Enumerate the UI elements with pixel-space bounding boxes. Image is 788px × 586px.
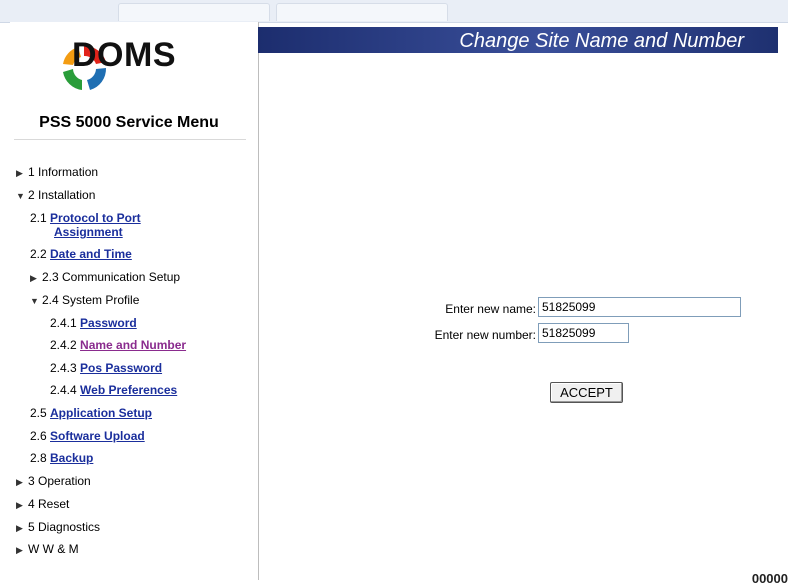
- corner-text: 00000: [751, 571, 788, 586]
- name-input[interactable]: [538, 297, 741, 317]
- divider: [14, 139, 246, 140]
- item-number: 5: [28, 520, 39, 534]
- menu-link[interactable]: Web Preferences: [80, 383, 177, 397]
- menu-link[interactable]: Backup: [50, 451, 93, 465]
- item-number: 3: [28, 474, 39, 488]
- sidebar-item[interactable]: ▶ 1 Information: [16, 165, 98, 179]
- menu-link[interactable]: Software Upload: [50, 429, 145, 443]
- sidebar-item[interactable]: 2.4.1 Password: [50, 316, 137, 330]
- browser-tab[interactable]: [118, 3, 270, 21]
- menu-label: Communication Setup: [62, 270, 181, 284]
- menu-title: PSS 5000 Service Menu: [39, 114, 219, 131]
- sidebar-item[interactable]: 2.8 Backup: [30, 451, 93, 465]
- sidebar-item[interactable]: ▶ 3 Operation: [16, 474, 91, 488]
- menu-label: Reset: [38, 497, 70, 511]
- item-number: 4: [28, 497, 39, 511]
- item-number: 2.3: [42, 270, 63, 284]
- collapsed-arrow-icon[interactable]: ▶: [16, 545, 26, 556]
- item-number: 2.4.2: [50, 338, 81, 352]
- collapsed-arrow-icon[interactable]: ▶: [30, 273, 40, 284]
- item-number: 2.1: [30, 211, 51, 225]
- item-number: 2.6: [30, 429, 51, 443]
- sidebar-item[interactable]: ▼ 2 Installation: [16, 188, 95, 202]
- menu-link[interactable]: Application Setup: [50, 406, 152, 420]
- menu-label: Operation: [38, 474, 91, 488]
- menu-link[interactable]: Name and Number: [80, 338, 186, 352]
- item-number: 2.4.4: [50, 383, 81, 397]
- collapsed-arrow-icon[interactable]: ▶: [16, 523, 26, 534]
- collapsed-arrow-icon[interactable]: ▶: [16, 168, 26, 179]
- collapsed-arrow-icon[interactable]: ▶: [16, 500, 26, 511]
- sidebar-item[interactable]: ▶ 4 Reset: [16, 497, 69, 511]
- sidebar-item[interactable]: 2.4.2 Name and Number: [50, 338, 186, 352]
- name-label: Enter new name:: [445, 302, 536, 316]
- sidebar-item[interactable]: 2.4.3 Pos Password: [50, 361, 162, 375]
- expanded-arrow-icon[interactable]: ▼: [30, 296, 40, 306]
- item-number: 2.2: [30, 247, 51, 261]
- menu-label: Information: [38, 165, 99, 179]
- item-number: 2: [28, 188, 39, 202]
- item-number: 1: [28, 165, 39, 179]
- menu-label: Installation: [38, 188, 96, 202]
- menu-link[interactable]: Password: [80, 316, 137, 330]
- sidebar-item[interactable]: 2.6 Software Upload: [30, 429, 145, 443]
- sidebar-item[interactable]: ▼ 2.4 System Profile: [30, 293, 139, 307]
- sidebar-item[interactable]: 2.2 Date and Time: [30, 247, 132, 261]
- accept-button[interactable]: ACCEPT: [550, 382, 623, 403]
- sidebar-item[interactable]: 2.5 Application Setup: [30, 406, 152, 420]
- logo-text: DOMS: [72, 36, 176, 74]
- sidebar-item[interactable]: ▶ 5 Diagnostics: [16, 520, 100, 534]
- menu-label: W W & M: [28, 542, 79, 556]
- page-header-bar: Change Site Name and Number: [258, 27, 778, 53]
- item-number: 2.4: [42, 293, 63, 307]
- page-title: Change Site Name and Number: [459, 30, 744, 52]
- main-content: Change Site Name and Number Enter new na…: [258, 22, 788, 586]
- menu-label: System Profile: [62, 293, 140, 307]
- sidebar-item[interactable]: ▶ W W & M: [16, 542, 79, 556]
- browser-tab[interactable]: [276, 3, 448, 21]
- sidebar-item[interactable]: 2.1 Protocol to Port Assignment: [30, 211, 141, 239]
- menu-link[interactable]: Date and Time: [50, 247, 132, 261]
- browser-tab-strip: [0, 0, 788, 23]
- number-label: Enter new number:: [434, 328, 536, 342]
- sidebar-item[interactable]: 2.4.4 Web Preferences: [50, 383, 177, 397]
- item-number: 2.5: [30, 406, 51, 420]
- menu-label: Diagnostics: [38, 520, 101, 534]
- expanded-arrow-icon[interactable]: ▼: [16, 191, 26, 201]
- item-number: 2.8: [30, 451, 51, 465]
- item-number: 2.4.3: [50, 361, 81, 375]
- menu-link[interactable]: Pos Password: [80, 361, 162, 375]
- item-number: 2.4.1: [50, 316, 81, 330]
- sidebar-item[interactable]: ▶ 2.3 Communication Setup: [30, 270, 180, 284]
- collapsed-arrow-icon[interactable]: ▶: [16, 477, 26, 488]
- number-input[interactable]: [538, 323, 629, 343]
- sidebar: DOMS PSS 5000 Service Menu ▶ 1 Informatio…: [10, 22, 259, 580]
